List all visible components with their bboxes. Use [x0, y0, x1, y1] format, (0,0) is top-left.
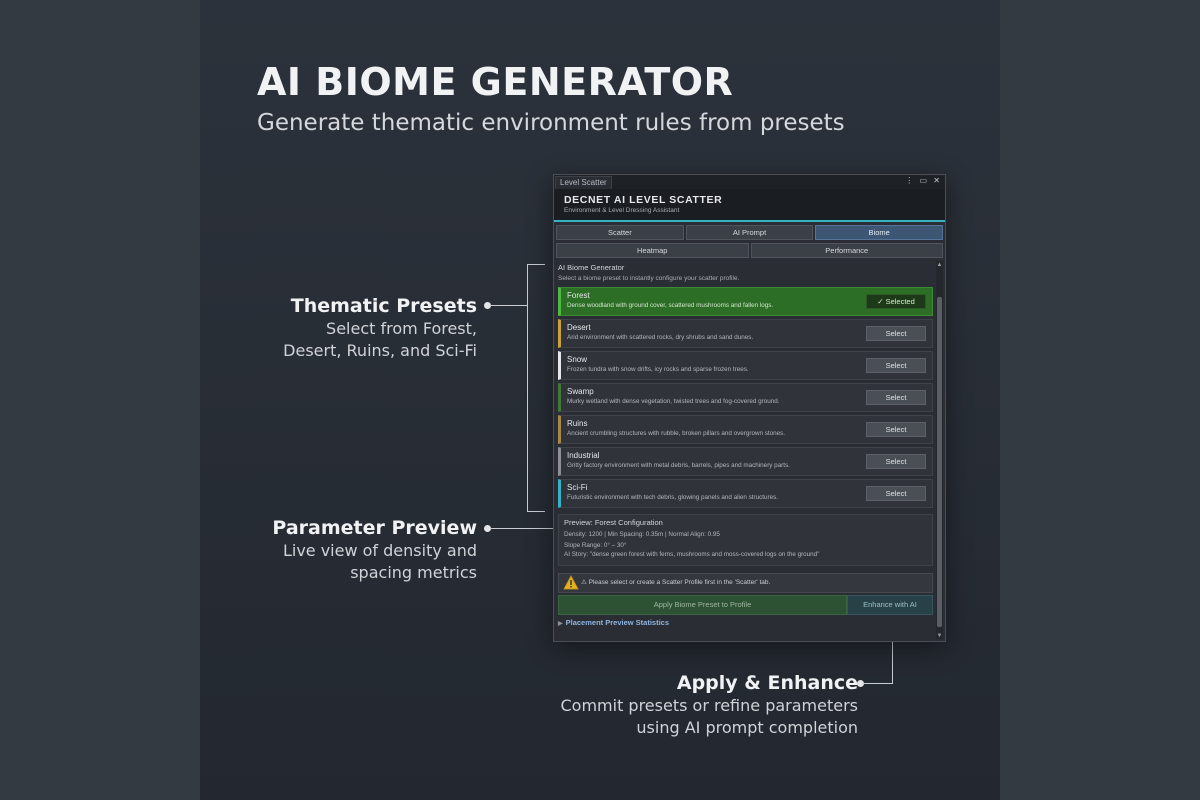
preset-industrial[interactable]: Industrial Gritty factory environment wi…: [558, 447, 933, 476]
enhance-with-ai-button[interactable]: Enhance with AI: [847, 595, 933, 615]
callout-line: Desert, Ruins, and Sci-Fi: [283, 341, 477, 360]
hero-title: AI BIOME GENERATOR: [257, 60, 734, 104]
preset-select-button[interactable]: Select: [866, 486, 926, 501]
callout-title: Parameter Preview: [272, 517, 477, 539]
section-title: AI Biome Generator: [558, 263, 625, 272]
foldout-arrow-icon: ▶: [558, 621, 563, 627]
preview-ai-story: AI Story: "dense green forest with ferns…: [564, 551, 820, 558]
left-background-band: [0, 0, 200, 800]
tab-heatmap[interactable]: Heatmap: [556, 243, 749, 258]
callout-apply-enhance: Apply & Enhance Commit presets or refine…: [560, 671, 858, 739]
hero-subtitle: Generate thematic environment rules from…: [257, 110, 845, 136]
bracket-bottom: [527, 511, 545, 512]
window-header: DECNET AI LEVEL SCATTER Environment & Le…: [554, 189, 945, 222]
section-description: Select a biome preset to instantly confi…: [558, 275, 740, 282]
tab-scatter[interactable]: Scatter: [556, 225, 684, 240]
callout-line: using AI prompt completion: [636, 718, 858, 737]
tab-ai-prompt[interactable]: AI Prompt: [685, 225, 814, 240]
preset-select-button[interactable]: Select: [866, 422, 926, 437]
window-tab[interactable]: Level Scatter: [555, 176, 612, 189]
warning-icon: [563, 575, 579, 590]
preset-swamp[interactable]: Swamp Murky wetland with dense vegetatio…: [558, 383, 933, 412]
placement-statistics-foldout[interactable]: ▶ Placement Preview Statistics: [558, 618, 933, 627]
scroll-thumb[interactable]: [937, 297, 942, 627]
window-header-subtitle: Environment & Level Dressing Assistant: [564, 207, 680, 214]
warning-text: ⚠ Please select or create a Scatter Prof…: [581, 579, 771, 586]
callout-parameter-preview: Parameter Preview Live view of density a…: [272, 516, 477, 584]
parameter-preview-box: Preview: Forest Configuration Density: 1…: [558, 514, 933, 566]
tab-performance[interactable]: Performance: [750, 243, 943, 258]
preview-title: Preview: Forest Configuration: [564, 518, 663, 527]
level-scatter-window: Level Scatter ⋮ ▭ ✕ DECNET AI LEVEL SCAT…: [553, 174, 946, 642]
callout-line: Commit presets or refine parameters: [560, 696, 858, 715]
scroll-down-icon[interactable]: ▼: [936, 633, 943, 639]
scroll-up-icon[interactable]: ▲: [936, 262, 943, 268]
window-header-title: DECNET AI LEVEL SCATTER: [564, 194, 723, 206]
preset-desert[interactable]: Desert Arid environment with scattered r…: [558, 319, 933, 348]
tab-row-secondary: Heatmap Performance: [554, 240, 945, 258]
foldout-label: Placement Preview Statistics: [565, 618, 670, 627]
preset-selected-button[interactable]: ✓ Selected: [866, 294, 926, 309]
preset-select-button[interactable]: Select: [866, 454, 926, 469]
window-titlebar: Level Scatter ⋮ ▭ ✕: [554, 175, 945, 189]
apply-biome-button[interactable]: Apply Biome Preset to Profile: [558, 595, 847, 615]
warning-box: ⚠ Please select or create a Scatter Prof…: [558, 573, 933, 593]
preset-ruins[interactable]: Ruins Ancient crumbling structures with …: [558, 415, 933, 444]
callout-connector: [490, 528, 556, 529]
preset-forest[interactable]: Forest Dense woodland with ground cover,…: [558, 287, 933, 316]
preset-snow[interactable]: Snow Frozen tundra with snow drifts, icy…: [558, 351, 933, 380]
callout-title: Thematic Presets: [290, 295, 477, 317]
window-controls-icon[interactable]: ⋮ ▭ ✕: [905, 176, 942, 185]
callout-line: spacing metrics: [350, 563, 477, 582]
preset-select-button[interactable]: Select: [866, 390, 926, 405]
right-background-band: [1000, 0, 1200, 800]
action-row: Apply Biome Preset to Profile Enhance wi…: [558, 595, 933, 615]
preset-select-button[interactable]: Select: [866, 358, 926, 373]
callout-line: Live view of density and: [282, 541, 477, 560]
preset-sci-fi[interactable]: Sci-Fi Futuristic environment with tech …: [558, 479, 933, 508]
preset-select-button[interactable]: Select: [866, 326, 926, 341]
vertical-scrollbar[interactable]: ▲ ▼: [936, 261, 943, 639]
callout-title: Apply & Enhance: [676, 672, 858, 694]
tab-biome[interactable]: Biome: [815, 225, 944, 240]
bracket-top: [527, 264, 545, 265]
preview-stats: Density: 1200 | Min Spacing: 0.35m | Nor…: [564, 531, 720, 538]
biome-content: AI Biome Generator Select a biome preset…: [554, 258, 945, 627]
callout-connector: [490, 305, 528, 306]
bracket-vertical: [527, 264, 528, 512]
preview-slope: Slope Range: 0° – 30°: [564, 542, 627, 549]
callout-connector: [863, 683, 893, 684]
callout-thematic-presets: Thematic Presets Select from Forest, Des…: [283, 294, 477, 362]
tab-row-primary: Scatter AI Prompt Biome: [554, 222, 945, 240]
callout-line: Select from Forest,: [326, 319, 477, 338]
